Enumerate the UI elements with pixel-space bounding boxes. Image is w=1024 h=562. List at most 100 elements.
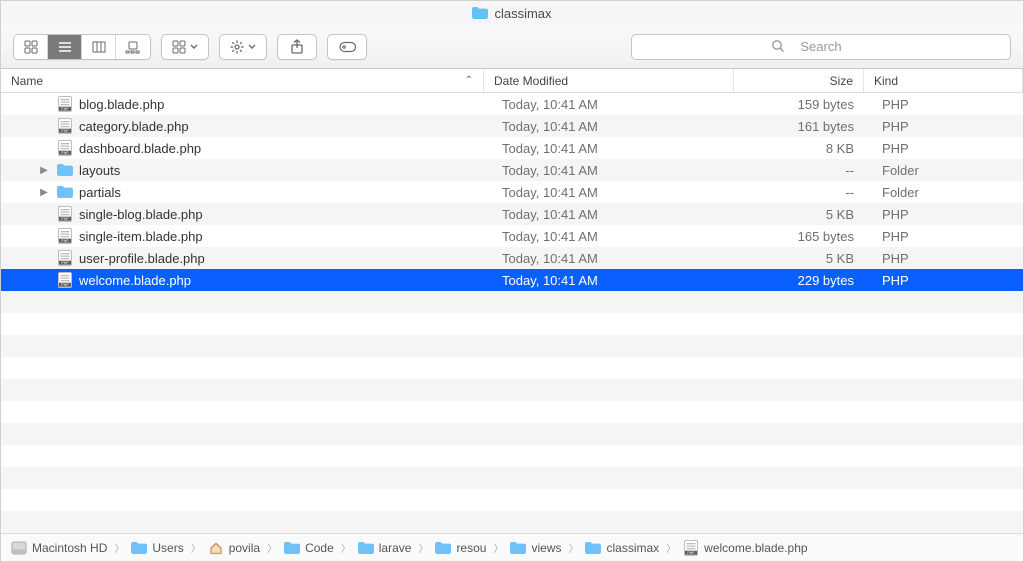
table-row[interactable]: PHP dashboard.blade.php Today, 10:41 AM …	[1, 137, 1023, 159]
search-input[interactable]	[631, 34, 1011, 60]
php-file-icon: PHP	[57, 250, 73, 266]
file-name: layouts	[79, 163, 120, 178]
file-name: single-item.blade.php	[79, 229, 203, 244]
path-crumb[interactable]: Macintosh HD	[11, 540, 107, 556]
file-date: Today, 10:41 AM	[484, 181, 734, 203]
folder-icon	[358, 540, 374, 556]
file-date: Today, 10:41 AM	[484, 159, 734, 181]
svg-text:PHP: PHP	[61, 107, 69, 111]
svg-text:PHP: PHP	[61, 239, 69, 243]
chevron-right-icon: 〉	[663, 540, 679, 555]
chevron-right-icon: 〉	[565, 540, 581, 555]
path-crumb[interactable]: resou	[435, 540, 486, 556]
empty-row	[1, 335, 1023, 357]
path-crumb-label: Code	[305, 541, 334, 555]
path-crumb[interactable]: larave	[358, 540, 412, 556]
path-crumb[interactable]: classimax	[585, 540, 659, 556]
file-name: dashboard.blade.php	[79, 141, 201, 156]
path-crumb[interactable]: povila	[208, 540, 260, 556]
home-icon	[208, 540, 224, 556]
folder-icon	[510, 540, 526, 556]
path-crumb-label: welcome.blade.php	[704, 541, 807, 555]
view-mode-segment	[13, 34, 151, 60]
svg-text:PHP: PHP	[61, 261, 69, 265]
table-row[interactable]: PHP single-blog.blade.php Today, 10:41 A…	[1, 203, 1023, 225]
table-row[interactable]: PHP user-profile.blade.php Today, 10:41 …	[1, 247, 1023, 269]
chevron-right-icon: 〉	[111, 540, 127, 555]
folder-icon	[585, 540, 601, 556]
chevron-right-icon: 〉	[338, 540, 354, 555]
disk-icon	[11, 540, 27, 556]
disclosure-triangle-icon[interactable]: ▶	[37, 165, 51, 176]
php-file-icon: PHP	[57, 140, 73, 156]
chevron-down-icon	[190, 44, 198, 50]
empty-row	[1, 313, 1023, 335]
path-crumb-label: Macintosh HD	[32, 541, 107, 555]
path-crumb-label: larave	[379, 541, 412, 555]
php-icon: PHP	[683, 540, 699, 556]
column-header-date[interactable]: Date Modified	[484, 69, 734, 92]
column-headers: Name ⌃ Date Modified Size Kind	[1, 69, 1023, 93]
svg-text:PHP: PHP	[61, 217, 69, 221]
path-bar: Macintosh HD 〉 Users 〉 povila 〉 Code 〉 l…	[1, 533, 1023, 561]
column-header-size[interactable]: Size	[734, 69, 864, 92]
share-icon	[290, 39, 304, 55]
list-view-button[interactable]	[48, 35, 82, 59]
table-row[interactable]: ▶ partials Today, 10:41 AM -- Folder	[1, 181, 1023, 203]
file-kind: PHP	[864, 93, 1023, 115]
folder-icon	[57, 162, 73, 178]
file-kind: PHP	[864, 203, 1023, 225]
file-size: 5 KB	[734, 203, 864, 225]
path-crumb[interactable]: views	[510, 540, 561, 556]
file-date: Today, 10:41 AM	[484, 225, 734, 247]
php-file-icon: PHP	[57, 272, 73, 288]
file-date: Today, 10:41 AM	[484, 93, 734, 115]
file-name: partials	[79, 185, 121, 200]
path-crumb-label: resou	[456, 541, 486, 555]
window-title: classimax	[494, 6, 551, 21]
path-crumb[interactable]: Code	[284, 540, 334, 556]
file-date: Today, 10:41 AM	[484, 269, 734, 291]
disclosure-triangle-icon[interactable]: ▶	[37, 187, 51, 198]
column-header-kind[interactable]: Kind	[864, 69, 1023, 92]
share-button[interactable]	[277, 34, 317, 60]
file-date: Today, 10:41 AM	[484, 203, 734, 225]
php-file-icon: PHP	[57, 206, 73, 222]
folder-icon	[284, 540, 300, 556]
php-file-icon: PHP	[57, 228, 73, 244]
gallery-view-button[interactable]	[116, 35, 150, 59]
path-crumb[interactable]: Users	[131, 540, 183, 556]
file-size: 161 bytes	[734, 115, 864, 137]
action-button[interactable]	[219, 34, 267, 60]
path-crumb-label: views	[531, 541, 561, 555]
empty-row	[1, 379, 1023, 401]
tag-icon	[338, 41, 356, 53]
file-size: 5 KB	[734, 247, 864, 269]
path-crumb[interactable]: PHP welcome.blade.php	[683, 540, 807, 556]
arrange-button[interactable]	[161, 34, 209, 60]
path-crumb-label: povila	[229, 541, 260, 555]
column-header-name[interactable]: Name ⌃	[1, 69, 484, 92]
file-kind: PHP	[864, 137, 1023, 159]
column-view-button[interactable]	[82, 35, 116, 59]
empty-row	[1, 467, 1023, 489]
folder-icon	[435, 540, 451, 556]
chevron-right-icon: 〉	[490, 540, 506, 555]
file-list[interactable]: PHP blog.blade.php Today, 10:41 AM 159 b…	[1, 93, 1023, 533]
table-row[interactable]: PHP blog.blade.php Today, 10:41 AM 159 b…	[1, 93, 1023, 115]
table-row[interactable]: ▶ layouts Today, 10:41 AM -- Folder	[1, 159, 1023, 181]
tags-button[interactable]	[327, 34, 367, 60]
file-date: Today, 10:41 AM	[484, 247, 734, 269]
file-size: 229 bytes	[734, 269, 864, 291]
file-date: Today, 10:41 AM	[484, 115, 734, 137]
empty-row	[1, 489, 1023, 511]
table-row[interactable]: PHP category.blade.php Today, 10:41 AM 1…	[1, 115, 1023, 137]
file-kind: PHP	[864, 115, 1023, 137]
table-row[interactable]: PHP single-item.blade.php Today, 10:41 A…	[1, 225, 1023, 247]
icon-view-button[interactable]	[14, 35, 48, 59]
table-row[interactable]: PHP welcome.blade.php Today, 10:41 AM 22…	[1, 269, 1023, 291]
file-size: 8 KB	[734, 137, 864, 159]
file-name: single-blog.blade.php	[79, 207, 203, 222]
file-kind: Folder	[864, 181, 1023, 203]
folder-icon	[57, 184, 73, 200]
